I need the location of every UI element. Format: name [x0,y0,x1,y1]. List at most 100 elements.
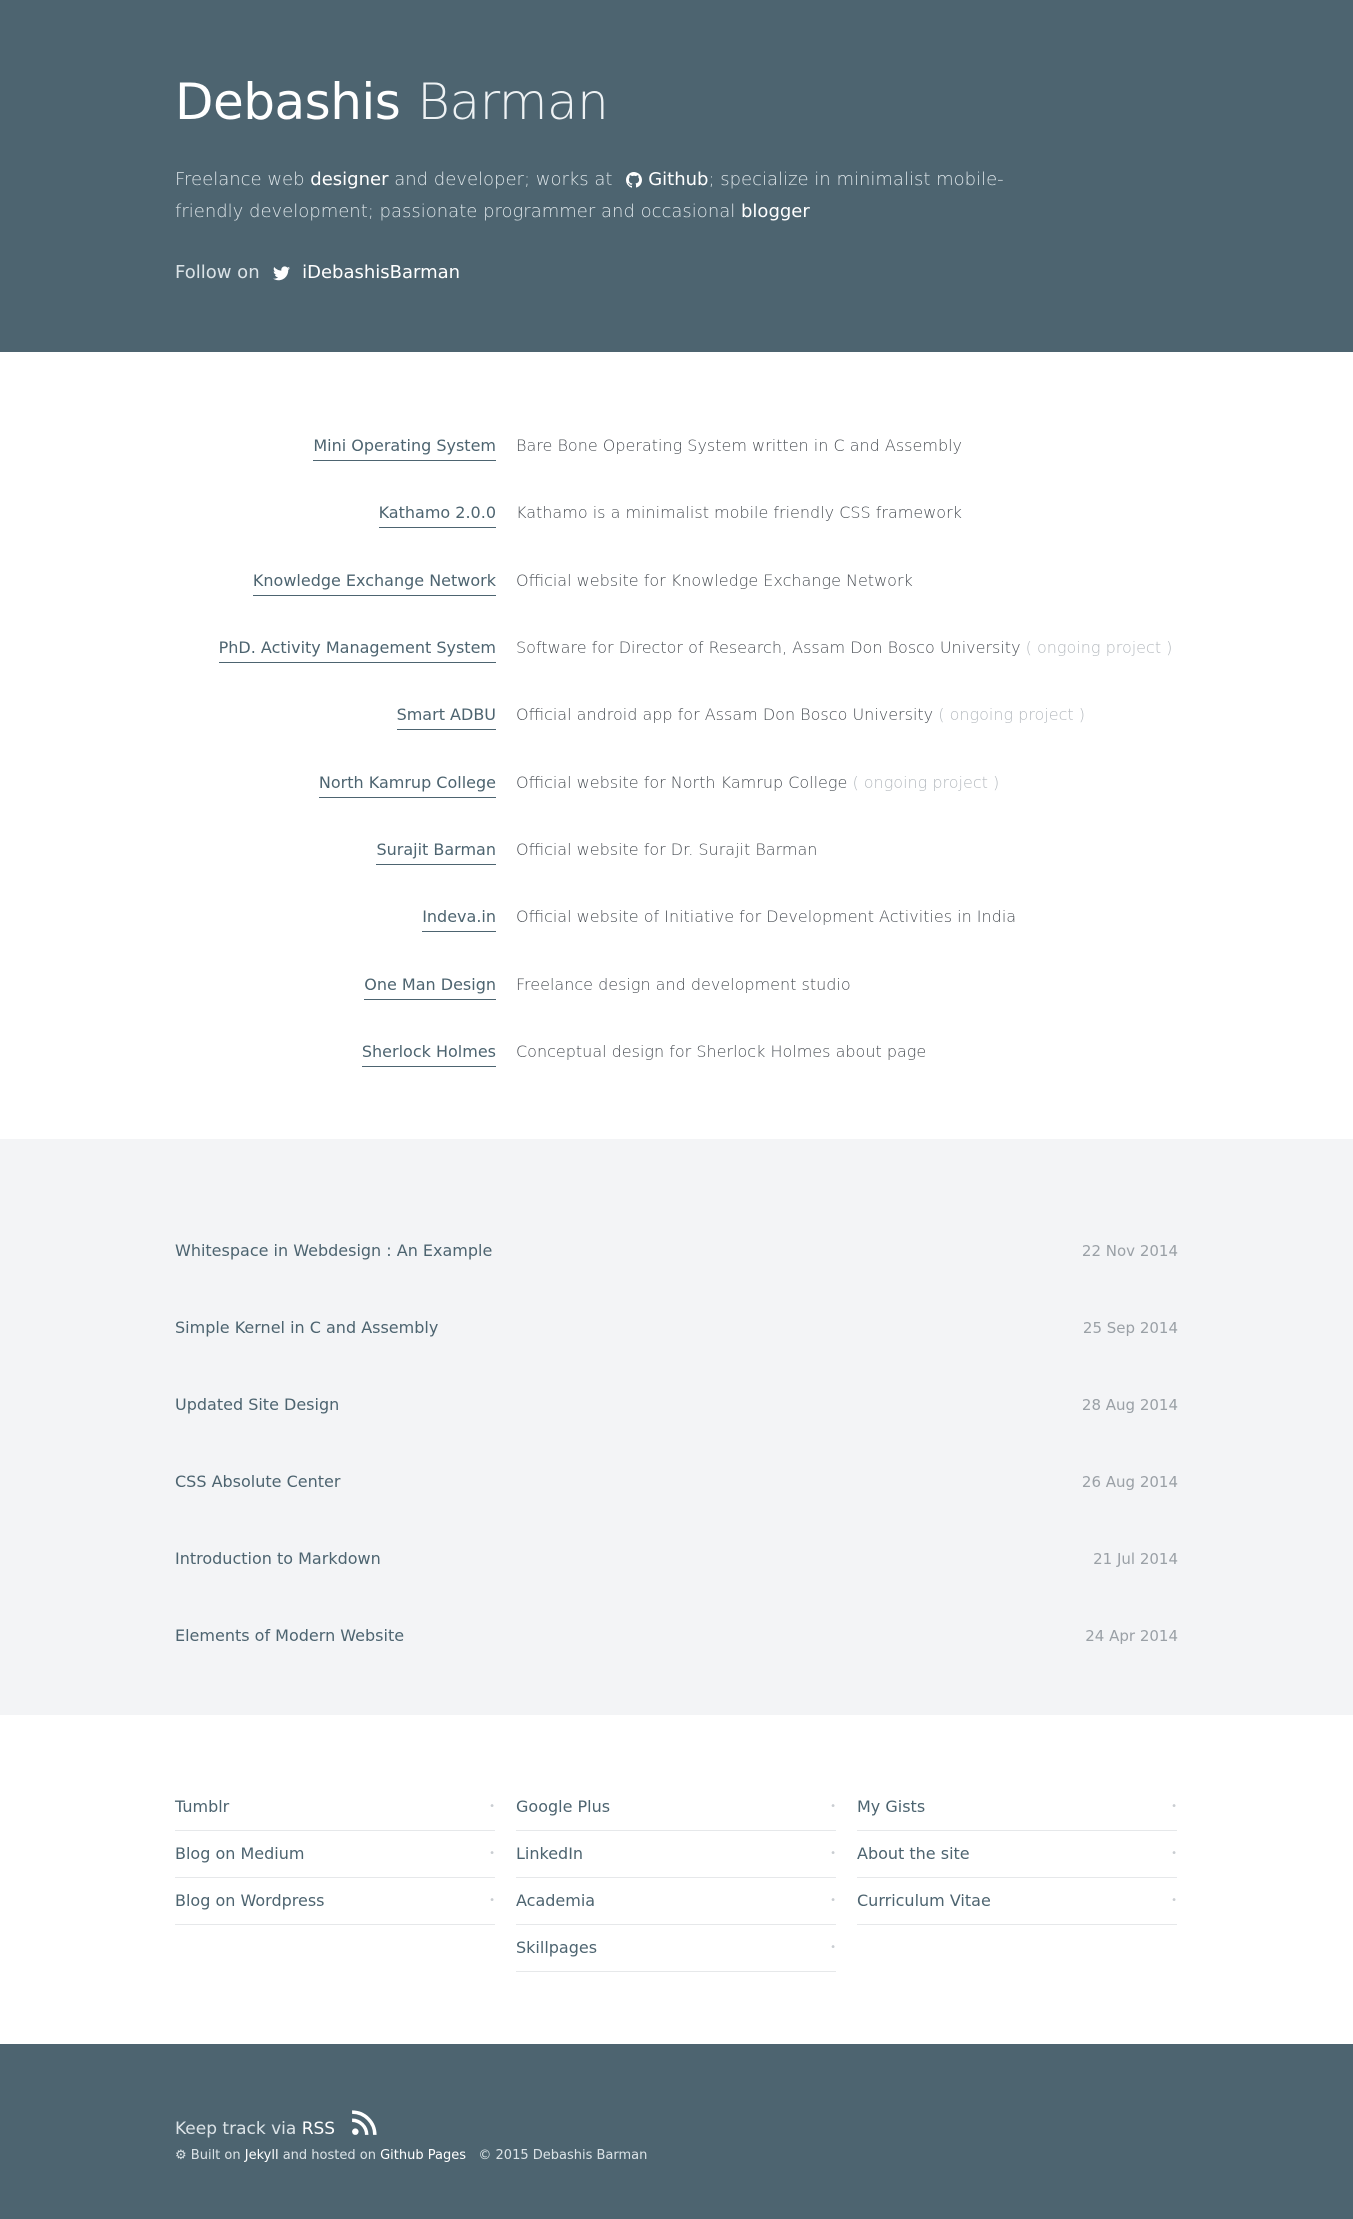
project-description: Software for Director of Research, Assam… [516,634,1172,662]
post-row: Whitespace in Webdesign : An Example 22 … [175,1237,1178,1267]
post-link[interactable]: Updated Site Design [175,1391,339,1419]
bullet-dot: • [489,1801,495,1812]
designer-link[interactable]: designer [310,169,388,190]
link-label[interactable]: Curriculum Vitae [857,1887,991,1915]
project-status-note: ( ongoing project ) [852,773,1000,792]
project-link[interactable]: Sherlock Holmes [361,1038,496,1067]
bullet-dot: • [1171,1895,1177,1906]
project-description-text: Freelance design and development studio [516,975,851,994]
project-link[interactable]: North Kamrup College [318,769,496,798]
project-description: Official website of Initiative for Devel… [516,903,1016,931]
project-link[interactable]: Mini Operating System [313,432,496,461]
built-on-label: Built on [190,2148,241,2163]
project-row: Kathamo 2.0.0 Kathamo is a minimalist mo… [0,499,1353,539]
project-link[interactable]: Kathamo 2.0.0 [378,499,496,528]
project-description: Official android app for Assam Don Bosco… [516,701,1085,729]
project-link[interactable]: Indeva.in [422,903,496,932]
twitter-icon [273,262,291,290]
project-description-text: Official website for Dr. Surajit Barman [516,840,818,859]
link-label[interactable]: Skillpages [516,1934,597,1962]
link-item[interactable]: LinkedIn • [516,1831,836,1878]
project-description: Kathamo is a minimalist mobile friendly … [516,499,962,527]
link-item[interactable]: Blog on Medium • [175,1831,495,1878]
project-description-text: Official website for North Kamrup Colleg… [516,773,848,792]
project-row: One Man Design Freelance design and deve… [0,971,1353,1011]
post-link[interactable]: Introduction to Markdown [175,1545,381,1573]
blogger-link[interactable]: blogger [741,201,810,222]
link-label[interactable]: Tumblr [175,1793,229,1821]
link-item[interactable]: Tumblr • [175,1784,495,1831]
links-column-blogs: Tumblr • Blog on Medium • Blog on Wordpres… [175,1784,495,1925]
project-row: Knowledge Exchange Network Official webs… [0,567,1353,607]
project-row: Mini Operating System Bare Bone Operatin… [0,432,1353,472]
post-date: 22 Nov 2014 [1081,1242,1178,1260]
site-header: Debashis Barman Freelance web designer a… [0,0,1353,352]
link-label[interactable]: Academia [516,1887,595,1915]
project-status-note: ( ongoing project ) [938,705,1086,724]
post-row: Elements of Modern Website 24 Apr 2014 [175,1622,1178,1652]
project-row: Smart ADBU Official android app for Assa… [0,701,1353,741]
links-column-profiles: Google Plus • LinkedIn • Academia • Skillpa… [516,1784,836,1972]
project-description: Official website for Knowledge Exchange … [516,567,913,595]
project-description: Freelance design and development studio [516,971,851,999]
posts-section: Whitespace in Webdesign : An Example 22 … [0,1139,1353,1715]
link-item[interactable]: My Gists • [857,1784,1177,1831]
bullet-dot: • [830,1895,836,1906]
bio-part: Freelance web [175,169,305,190]
site-footer: Keep track via RSS ⚙ Built on Jekyll and… [0,2044,1353,2219]
link-item[interactable]: Academia • [516,1878,836,1925]
links-column-site: My Gists • About the site • Curriculum Vit… [857,1784,1177,1925]
bio-part: and developer; works at [394,169,613,190]
project-row: PhD. Activity Management System Software… [0,634,1353,674]
project-link[interactable]: PhD. Activity Management System [218,634,496,663]
rss-link[interactable]: RSS [302,2119,335,2139]
link-label[interactable]: About the site [857,1840,970,1868]
copyright-text: © 2015 Debashis Barman [478,2148,648,2163]
track-label: Keep track via [175,2119,297,2139]
project-description-text: Conceptual design for Sherlock Holmes ab… [516,1042,927,1061]
first-name: Debashis [175,73,401,131]
post-row: Introduction to Markdown 21 Jul 2014 [175,1545,1178,1575]
link-item[interactable]: Google Plus • [516,1784,836,1831]
project-row: North Kamrup College Official website fo… [0,769,1353,809]
link-item[interactable]: Skillpages • [516,1925,836,1972]
github-pages-link[interactable]: Github Pages [380,2148,466,2163]
link-item[interactable]: Blog on Wordpress • [175,1878,495,1925]
bullet-dot: • [830,1942,836,1953]
project-link[interactable]: One Man Design [364,971,496,1000]
project-status-note: ( ongoing project ) [1025,638,1173,657]
link-label[interactable]: Blog on Wordpress [175,1887,325,1915]
post-link[interactable]: CSS Absolute Center [175,1468,340,1496]
project-row: Sherlock Holmes Conceptual design for Sh… [0,1038,1353,1078]
project-description-text: Kathamo is a minimalist mobile friendly … [516,503,962,522]
project-description: Official website for Dr. Surajit Barman [516,836,817,864]
post-date: 26 Aug 2014 [1081,1473,1178,1491]
twitter-link[interactable]: iDebashisBarman [302,262,460,283]
site-title: Debashis Barman [175,72,609,132]
link-label[interactable]: LinkedIn [516,1840,583,1868]
credits-line: ⚙ Built on Jekyll and hosted on Github P… [175,2145,647,2167]
project-link[interactable]: Knowledge Exchange Network [252,567,496,596]
post-row: Updated Site Design 28 Aug 2014 [175,1391,1178,1421]
bullet-dot: • [1171,1848,1177,1859]
link-label[interactable]: Google Plus [516,1793,610,1821]
post-link[interactable]: Simple Kernel in C and Assembly [175,1314,438,1342]
link-item[interactable]: About the site • [857,1831,1177,1878]
post-link[interactable]: Whitespace in Webdesign : An Example [175,1237,492,1265]
project-description-text: Software for Director of Research, Assam… [516,638,1021,657]
project-description-text: Bare Bone Operating System written in C … [516,436,963,455]
jekyll-link[interactable]: Jekyll [245,2148,279,2163]
bullet-dot: • [489,1848,495,1859]
link-label[interactable]: Blog on Medium [175,1840,304,1868]
post-link[interactable]: Elements of Modern Website [175,1622,404,1650]
rss-icon[interactable] [351,2110,377,2145]
bio-text: Freelance web designer and developer; wo… [175,165,1015,226]
gear-icon: ⚙ [175,2148,187,2163]
project-link[interactable]: Smart ADBU [396,701,496,730]
github-icon [626,168,643,197]
link-item[interactable]: Curriculum Vitae • [857,1878,1177,1925]
github-link[interactable]: Github [648,169,708,190]
link-label[interactable]: My Gists [857,1793,925,1821]
project-link[interactable]: Surajit Barman [376,836,496,865]
post-date: 28 Aug 2014 [1081,1396,1178,1414]
